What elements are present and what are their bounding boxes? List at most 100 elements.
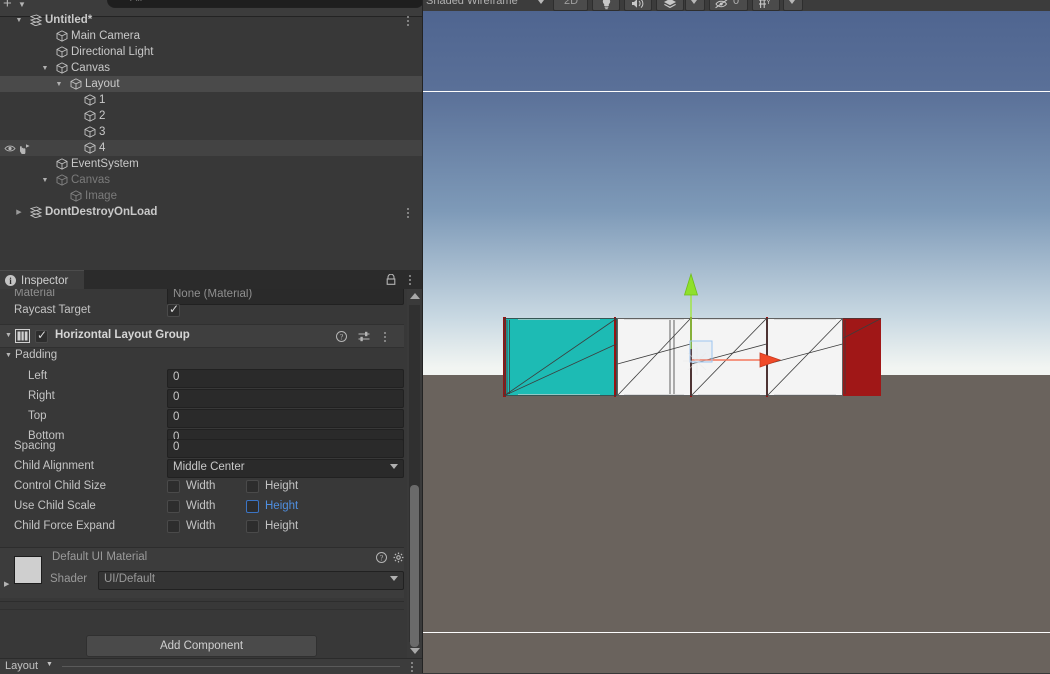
hierarchy-item-label: Main Camera: [71, 30, 141, 42]
use-child-scale-width-checkbox[interactable]: [167, 500, 180, 513]
padding-foldout-row[interactable]: ▼ Padding: [0, 347, 404, 367]
material-label: Material: [14, 289, 55, 299]
hierarchy-tree[interactable]: ▼ Untitled* Main Camera Directional Light ▼ C…: [0, 12, 422, 270]
raycast-target-checkbox[interactable]: ✓: [167, 302, 180, 317]
padding-foldout-icon[interactable]: ▼: [5, 352, 12, 359]
caret-down-icon[interactable]: [789, 0, 795, 4]
move-gizmo[interactable]: [422, 11, 1050, 673]
checkmark-icon: ✓: [37, 328, 48, 342]
search-icon: ◌: [115, 0, 120, 2]
child-force-expand-width-checkbox[interactable]: [167, 520, 180, 533]
child-alignment-dropdown[interactable]: Middle Center: [167, 459, 404, 478]
chevron-down-icon[interactable]: ▼: [40, 172, 50, 188]
scroll-down-icon[interactable]: [410, 648, 420, 654]
caret-down-icon: [390, 464, 398, 469]
component-menu-icon[interactable]: [379, 330, 390, 343]
inspector-scrollbar[interactable]: [407, 289, 422, 658]
chevron-down-icon[interactable]: ▼: [14, 12, 24, 28]
spacing-value: 0: [173, 441, 180, 453]
tab-inspector[interactable]: i Inspector: [0, 270, 84, 290]
caret-down-icon[interactable]: ▼: [46, 661, 53, 668]
spacing-label: Spacing: [14, 440, 56, 452]
hierarchy-item-label: EventSystem: [71, 158, 139, 170]
control-child-size-row: Control Child Size Width Height: [0, 477, 404, 497]
padding-right-input[interactable]: 0: [167, 389, 404, 408]
bottom-layout-bar: Layout ▼: [0, 658, 422, 674]
control-child-size-height-checkbox[interactable]: [246, 480, 259, 493]
padding-label: Padding: [15, 349, 58, 361]
hierarchy-item-4[interactable]: 4: [0, 140, 422, 156]
hierarchy-item-layout[interactable]: ▼ Layout: [0, 76, 422, 92]
help-icon[interactable]: ?: [336, 331, 347, 342]
hierarchy-item-dontdestroyonload[interactable]: ▶ DontDestroyOnLoad: [0, 204, 422, 220]
horizontal-layout-group-header[interactable]: ▼ ✓ Horizontal Layout Group ?: [0, 324, 404, 348]
layout-menu-icon[interactable]: [406, 660, 417, 673]
padding-left-label: Left: [28, 370, 48, 382]
hierarchy-item-eventsystem[interactable]: EventSystem: [0, 156, 422, 172]
material-preview-swatch[interactable]: [14, 556, 42, 584]
hierarchy-item-directional-light[interactable]: Directional Light: [0, 44, 422, 60]
hierarchy-item-canvas[interactable]: ▼ Canvas: [0, 172, 422, 188]
panel-divider[interactable]: [422, 0, 423, 673]
add-gameobject-button[interactable]: +: [3, 0, 12, 12]
layout-dropdown-label[interactable]: Layout: [5, 660, 38, 672]
scene-view-panel: Shaded Wireframe 2D 0 Y: [422, 0, 1050, 673]
control-child-size-label: Control Child Size: [14, 480, 107, 492]
control-child-size-width-checkbox[interactable]: [167, 480, 180, 493]
spacing-input[interactable]: 0: [167, 439, 404, 458]
use-child-scale-height-checkbox[interactable]: [246, 500, 259, 513]
effects-icon: [664, 0, 676, 9]
hierarchy-item-label: 3: [99, 126, 106, 138]
hierarchy-item-label: 2: [99, 110, 106, 122]
hierarchy-search-placeholder: All: [130, 0, 142, 4]
component-enabled-checkbox[interactable]: ✓: [35, 328, 48, 343]
padding-left-value: 0: [173, 371, 180, 383]
scroll-up-icon[interactable]: [410, 293, 420, 299]
inspector-tab-label: Inspector: [21, 274, 69, 287]
lock-icon[interactable]: [386, 274, 396, 285]
gear-icon[interactable]: [393, 552, 404, 563]
hand-pointer-icon: [20, 144, 30, 155]
scene-viewport[interactable]: [422, 11, 1050, 673]
grid-axis-icon: Y: [759, 0, 771, 8]
scrollbar-thumb[interactable]: [410, 485, 419, 647]
hierarchy-item-1[interactable]: 1: [0, 92, 422, 108]
child-force-expand-height-checkbox[interactable]: [246, 520, 259, 533]
hierarchy-item-3[interactable]: 3: [0, 124, 422, 140]
hierarchy-item-main-camera[interactable]: Main Camera: [0, 28, 422, 44]
raycast-target-row: Raycast Target ✓: [0, 301, 404, 321]
padding-top-input[interactable]: 0: [167, 409, 404, 428]
draw-mode-label[interactable]: Shaded Wireframe: [426, 0, 518, 7]
hierarchy-item-image[interactable]: Image: [0, 188, 422, 204]
component-foldout-icon[interactable]: ▼: [5, 332, 12, 339]
row-menu-icon[interactable]: [402, 14, 413, 27]
help-icon[interactable]: ?: [376, 552, 387, 563]
mode-2d-label: 2D: [564, 0, 579, 7]
triangle-right-icon[interactable]: ▶: [4, 580, 9, 588]
hierarchy-search-input[interactable]: ◌ ▾ All: [107, 0, 424, 8]
chevron-down-icon[interactable]: ▼: [54, 76, 64, 92]
add-component-button[interactable]: Add Component: [86, 635, 317, 657]
lightbulb-icon: [602, 0, 611, 10]
hierarchy-item-untitled[interactable]: ▼ Untitled*: [0, 12, 422, 28]
caret-down-icon[interactable]: [691, 0, 697, 4]
search-caret-icon: ▾: [122, 0, 125, 1]
hierarchy-item-label: 4: [99, 142, 106, 154]
row-menu-icon[interactable]: [402, 206, 413, 219]
hierarchy-item-canvas[interactable]: ▼ Canvas: [0, 60, 422, 76]
draw-mode-caret-icon[interactable]: [538, 0, 544, 4]
eye-icon: [4, 145, 16, 152]
visibility-toggles[interactable]: [4, 143, 32, 155]
inspector-menu-icon[interactable]: [404, 273, 415, 286]
chevron-down-icon[interactable]: ▼: [40, 60, 50, 76]
scene-icon: [29, 206, 43, 222]
shader-dropdown[interactable]: UI/Default: [98, 571, 404, 590]
chevron-right-icon[interactable]: ▶: [14, 204, 24, 220]
preset-icon[interactable]: [358, 331, 370, 342]
padding-left-input[interactable]: 0: [167, 369, 404, 388]
inspector-tabbar: i Inspector: [0, 270, 422, 290]
svg-text:Y: Y: [766, 0, 771, 6]
hierarchy-item-2[interactable]: 2: [0, 108, 422, 124]
child-force-expand-width-label: Width: [186, 520, 216, 532]
eye-off-icon: [715, 0, 728, 9]
